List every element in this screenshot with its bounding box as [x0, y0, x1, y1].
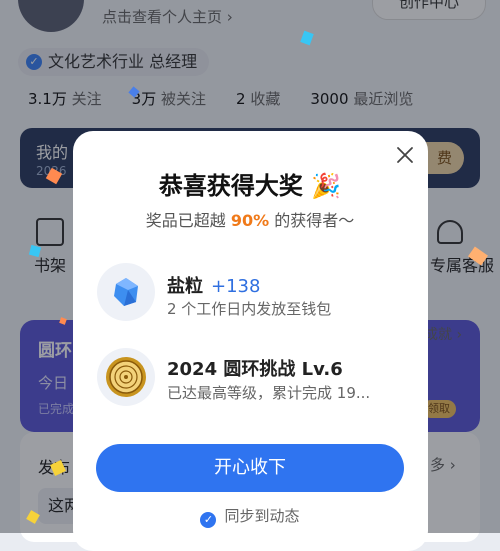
sync-label: 同步到动态 [224, 507, 300, 525]
ring-medal-icon [106, 357, 146, 397]
checkbox-checked-icon[interactable]: ✓ [200, 512, 217, 528]
reward-item-title: 2024 圆环挑战 Lv.6 [167, 359, 343, 380]
accept-button[interactable]: 开心收下 [96, 444, 404, 492]
subtitle-prefix: 奖品已超越 [145, 211, 226, 230]
reward-item-title: 盐粒 +138 [167, 272, 260, 298]
modal-title: 恭喜获得大奖 🎉 [0, 166, 500, 201]
party-popper-icon: 🎉 [311, 172, 342, 200]
close-icon[interactable] [395, 145, 415, 165]
subtitle-suffix: 的获得者～ [274, 211, 355, 230]
reward-item-subtitle: 已达最高等级，累计完成 19... [167, 384, 371, 402]
reward-amount: +138 [211, 276, 261, 297]
salt-crystal-icon [114, 278, 138, 306]
sync-to-feed-toggle[interactable]: ✓ 同步到动态 [0, 505, 500, 528]
subtitle-percent: 90% [230, 211, 270, 230]
reward-name: 盐粒 [167, 276, 203, 297]
modal-title-text: 恭喜获得大奖 [158, 172, 303, 200]
reward-item-subtitle: 2 个工作日内发放至钱包 [167, 300, 332, 318]
modal-subtitle: 奖品已超越 90% 的获得者～ [0, 207, 500, 231]
